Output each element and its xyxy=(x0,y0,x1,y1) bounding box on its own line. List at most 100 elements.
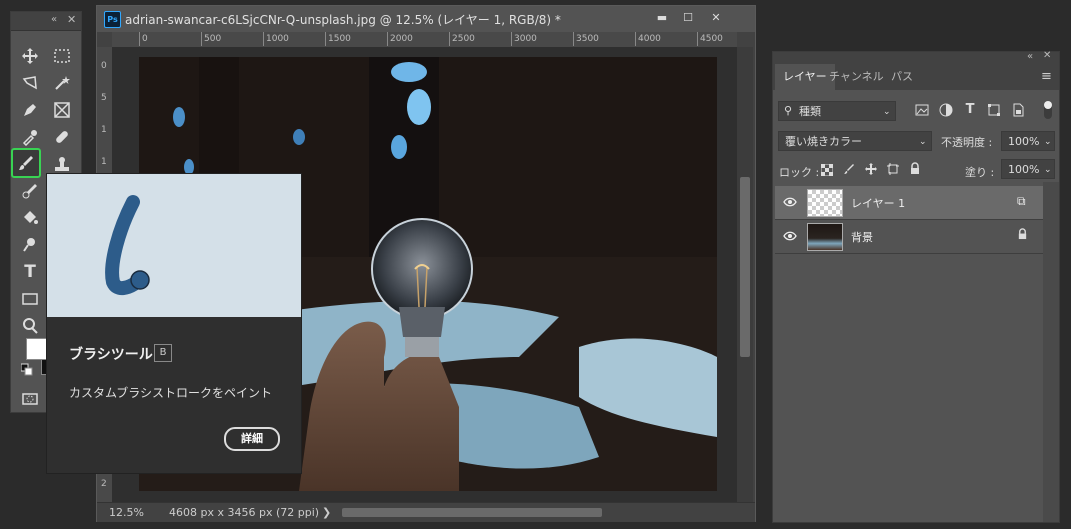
learn-more-button[interactable]: 詳細 xyxy=(224,427,280,451)
document-title: adrian-swancar-c6LSjcCNr-Q-unsplash.jpg … xyxy=(125,13,561,27)
lock-icon xyxy=(1017,228,1029,241)
ruler-tick: 0 xyxy=(101,61,107,71)
ruler-tick: 5 xyxy=(101,93,107,103)
history-brush-tool-icon[interactable] xyxy=(17,178,43,204)
chevron-down-icon: ⌄ xyxy=(883,107,891,117)
close-button[interactable]: ✕ xyxy=(703,9,729,27)
lock-transparent-pixels-icon[interactable] xyxy=(820,163,834,177)
tab-paths[interactable]: パス xyxy=(883,64,921,90)
tooltip-title: ブラシツール xyxy=(69,347,153,363)
panel-menu-icon[interactable]: ≡ xyxy=(1041,69,1052,84)
chevron-down-icon: ⌄ xyxy=(919,137,927,147)
zoom-tool-icon[interactable] xyxy=(17,313,43,339)
blend-mode-select[interactable]: 覆い焼きカラー ⌄ xyxy=(778,131,932,151)
brush-tool-icon[interactable] xyxy=(11,148,41,178)
eyedropper-tool-icon[interactable] xyxy=(17,124,43,150)
shortcut-key-badge: B xyxy=(154,344,172,362)
horizontal-ruler[interactable]: 0 500 1000 1500 2000 2500 3000 3500 4000… xyxy=(112,32,737,48)
pen-tool-icon[interactable] xyxy=(17,97,43,123)
lock-artboard-icon[interactable] xyxy=(887,163,899,175)
horizontal-scrollbar-thumb[interactable] xyxy=(342,508,602,517)
blend-mode-value: 覆い焼きカラー xyxy=(785,135,862,148)
healing-brush-tool-icon[interactable] xyxy=(49,124,75,150)
ruler-tick: 1 xyxy=(101,157,107,167)
dodge-tool-icon[interactable] xyxy=(17,232,43,258)
ruler-tick: 3000 xyxy=(511,32,537,46)
minimize-button[interactable]: ▬ xyxy=(649,9,675,27)
search-icon: ⚲ xyxy=(784,104,793,117)
ruler-tick: 4000 xyxy=(635,32,661,46)
adjustment-filter-icon[interactable] xyxy=(939,103,953,117)
layer-row-background[interactable]: 背景 xyxy=(775,220,1043,254)
collapse-icon[interactable]: « xyxy=(51,14,57,25)
document-size-info: 4608 px x 3456 px (72 ppi) xyxy=(169,506,320,519)
ruler-tick: 1000 xyxy=(263,32,289,46)
ruler-tick: 3500 xyxy=(573,32,599,46)
layer-name[interactable]: 背景 xyxy=(851,229,873,245)
pixel-filter-icon[interactable] xyxy=(915,103,929,117)
layer-thumbnail xyxy=(807,223,843,251)
chevron-down-icon: ⌄ xyxy=(1044,165,1052,175)
eye-icon[interactable] xyxy=(783,230,797,242)
lock-image-pixels-icon[interactable] xyxy=(843,163,855,175)
layers-scroll-region[interactable] xyxy=(1043,182,1059,522)
rectangle-tool-icon[interactable] xyxy=(17,286,43,312)
default-colors-icon[interactable] xyxy=(21,363,33,376)
ruler-tick: 4500 xyxy=(697,32,723,46)
tools-panel-header[interactable]: « ✕ xyxy=(11,12,81,31)
move-tool-icon[interactable] xyxy=(17,43,43,69)
ruler-tick: 2 xyxy=(101,479,107,489)
type-filter-icon[interactable]: T xyxy=(963,103,977,117)
maximize-button[interactable]: ☐ xyxy=(675,9,701,27)
filter-toggle[interactable] xyxy=(1044,101,1052,119)
status-bar: 12.5% 4608 px x 3456 px (72 ppi) ❯ xyxy=(97,502,755,522)
type-tool-icon[interactable]: T xyxy=(17,259,43,285)
frame-tool-icon[interactable] xyxy=(49,97,75,123)
marquee-tool-icon[interactable] xyxy=(49,43,75,69)
layer-name[interactable]: レイヤー 1 xyxy=(851,195,905,211)
status-menu-arrow[interactable]: ❯ xyxy=(322,506,331,519)
brush-tool-tooltip: ブラシツール B カスタムブラシストロークをペイント 詳細 xyxy=(46,173,302,474)
collapse-icon[interactable]: « xyxy=(1027,51,1033,62)
ruler-tick: 1500 xyxy=(325,32,351,46)
opacity-field[interactable]: 100% ⌄ xyxy=(1001,131,1055,151)
document-tab[interactable]: Ps adrian-swancar-c6LSjcCNr-Q-unsplash.j… xyxy=(97,6,755,32)
vertical-scrollbar[interactable] xyxy=(737,47,753,502)
ruler-tick: 2500 xyxy=(449,32,475,46)
fill-field[interactable]: 100% ⌄ xyxy=(1001,159,1055,179)
magic-wand-tool-icon[interactable] xyxy=(49,70,75,96)
layer-row-layer-1[interactable]: レイヤー 1 ⧉ xyxy=(775,186,1043,220)
ruler-tick: 0 xyxy=(139,32,148,46)
smart-object-filter-icon[interactable] xyxy=(1011,103,1025,117)
panel-header[interactable]: « ✕ xyxy=(773,50,1059,64)
filter-kind-select[interactable]: ⚲ 種類 ⌄ xyxy=(778,101,896,121)
tab-channels[interactable]: チャンネル xyxy=(821,64,892,90)
fill-label: 塗り : xyxy=(965,166,995,179)
shape-filter-icon[interactable] xyxy=(987,103,1001,117)
photoshop-file-icon: Ps xyxy=(104,11,121,28)
lock-position-icon[interactable] xyxy=(865,163,877,175)
smart-object-badge-icon: ⧉ xyxy=(1017,194,1026,208)
lock-all-icon[interactable] xyxy=(909,162,921,175)
scrollbar-thumb[interactable] xyxy=(740,177,750,357)
ruler-tick: 500 xyxy=(200,32,222,46)
opacity-value: 100% xyxy=(1008,135,1040,148)
zoom-level[interactable]: 12.5% xyxy=(109,506,144,519)
ruler-tick: 2000 xyxy=(387,32,413,46)
layer-thumbnail xyxy=(807,189,843,217)
tooltip-description: カスタムブラシストロークをペイント xyxy=(69,386,273,400)
fill-value: 100% xyxy=(1008,163,1040,176)
foreground-color-swatch[interactable] xyxy=(26,338,48,360)
lock-label: ロック : xyxy=(779,166,820,179)
ruler-tick: 1 xyxy=(101,125,107,135)
close-icon[interactable]: ✕ xyxy=(1043,50,1051,61)
lasso-tool-icon[interactable] xyxy=(17,70,43,96)
quick-mask-icon[interactable] xyxy=(17,386,43,412)
paint-bucket-tool-icon[interactable] xyxy=(17,205,43,231)
close-icon[interactable]: ✕ xyxy=(67,13,76,26)
eye-icon[interactable] xyxy=(783,196,797,208)
brush-stroke-preview xyxy=(47,174,301,317)
chevron-down-icon: ⌄ xyxy=(1044,137,1052,147)
filter-kind-value: 種類 xyxy=(799,105,821,118)
opacity-label: 不透明度 : xyxy=(941,136,993,149)
